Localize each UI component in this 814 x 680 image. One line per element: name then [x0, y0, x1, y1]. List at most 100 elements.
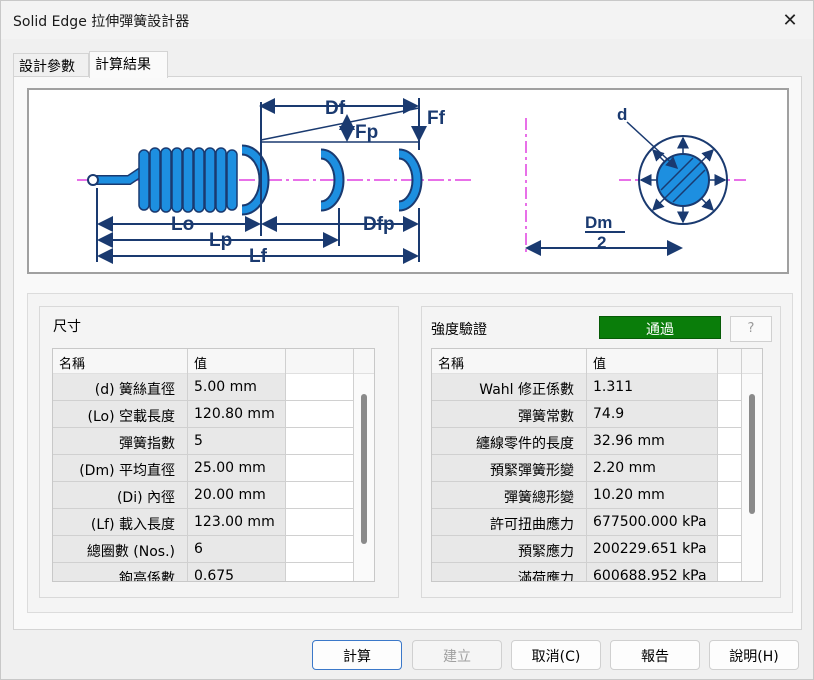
label-d: d: [617, 105, 627, 124]
row-value: 600688.952 kPa: [587, 563, 718, 581]
row-extra-cell: [286, 536, 354, 563]
row-value: 74.9: [587, 401, 718, 428]
strength-grid[interactable]: 名稱 值 Wahl 修正係數 1.311 彈簧常數 74.9 纏線零件的長度 32.96 …: [431, 348, 763, 582]
row-name: (Lo) 空載長度: [53, 401, 188, 428]
row-value: 0.675: [188, 563, 286, 581]
row-extra-cell: [286, 401, 354, 428]
dimensions-grid[interactable]: 名稱 值 (d) 簧絲直徑 5.00 mm (Lo) 空載長度 120.80 mm 彈簧…: [52, 348, 375, 582]
table-row[interactable]: 滿荷應力 600688.952 kPa: [432, 563, 762, 581]
col-header-extra: [286, 349, 354, 374]
table-row[interactable]: (Dm) 平均直徑 25.00 mm: [53, 455, 374, 482]
col-header-value[interactable]: 值: [587, 349, 718, 374]
strength-scrollbar[interactable]: [742, 374, 762, 581]
row-name: (Di) 內徑: [53, 482, 188, 509]
dimensions-scrollbar[interactable]: [354, 374, 374, 581]
title-bar: Solid Edge 拉伸彈簧設計器 ✕: [1, 1, 813, 39]
help-button[interactable]: 說明(H): [709, 640, 799, 670]
row-extra-cell: [718, 509, 742, 536]
strength-grid-header: 名稱 值: [432, 349, 762, 374]
row-extra-cell: [286, 563, 354, 581]
col-header-name[interactable]: 名稱: [53, 349, 188, 374]
dialog-window: Solid Edge 拉伸彈簧設計器 ✕ 設計參數 計算結果 Df Ff Fp …: [0, 0, 814, 680]
row-name: (Lf) 載入長度: [53, 509, 188, 536]
row-value: 5: [188, 428, 286, 455]
strength-help-button[interactable]: ?: [730, 316, 772, 342]
table-row[interactable]: 許可扭曲應力 677500.000 kPa: [432, 509, 762, 536]
table-row[interactable]: 鉤高係數 0.675: [53, 563, 374, 581]
close-button[interactable]: ✕: [767, 1, 813, 39]
tab-results[interactable]: 計算結果: [89, 51, 168, 78]
row-value: 10.20 mm: [587, 482, 718, 509]
dimensions-title: 尺寸: [53, 319, 81, 335]
tab-design-parameters[interactable]: 設計參數: [13, 53, 89, 77]
row-extra-cell: [286, 455, 354, 482]
table-row[interactable]: 總圈數 (Nos.) 6: [53, 536, 374, 563]
spring-diagram: Df Ff Fp Lo Lp Lf Dfp d Dm 2: [27, 88, 789, 274]
row-extra-cell: [286, 509, 354, 536]
row-value: 200229.651 kPa: [587, 536, 718, 563]
row-name: (Dm) 平均直徑: [53, 455, 188, 482]
spring-coils: [138, 147, 238, 213]
row-extra-cell: [286, 428, 354, 455]
row-name: 預緊彈簧形變: [432, 455, 587, 482]
row-name: 滿荷應力: [432, 563, 587, 581]
create-button[interactable]: 建立: [412, 640, 502, 670]
row-value: 120.80 mm: [188, 401, 286, 428]
row-name: 許可扭曲應力: [432, 509, 587, 536]
row-extra-cell: [718, 428, 742, 455]
col-header-name[interactable]: 名稱: [432, 349, 587, 374]
dimensions-scroll-thumb[interactable]: [361, 394, 367, 544]
row-value: 2.20 mm: [587, 455, 718, 482]
report-button[interactable]: 報告: [610, 640, 700, 670]
row-value: 1.311: [587, 374, 718, 401]
strength-status-badge: 通過: [599, 316, 721, 339]
table-row[interactable]: (Di) 內徑 20.00 mm: [53, 482, 374, 509]
row-value: 25.00 mm: [188, 455, 286, 482]
col-header-value[interactable]: 值: [188, 349, 286, 374]
strength-scroll-thumb[interactable]: [749, 394, 755, 514]
window-title: Solid Edge 拉伸彈簧設計器: [13, 14, 190, 30]
dimensions-grid-header: 名稱 值: [53, 349, 374, 374]
row-name: 預緊應力: [432, 536, 587, 563]
table-row[interactable]: (Lo) 空載長度 120.80 mm: [53, 401, 374, 428]
row-name: 彈簧指數: [53, 428, 188, 455]
close-icon: ✕: [782, 9, 798, 31]
label-Fp: Fp: [355, 122, 378, 143]
table-row[interactable]: (Lf) 載入長度 123.00 mm: [53, 509, 374, 536]
row-extra-cell: [286, 482, 354, 509]
row-extra-cell: [286, 374, 354, 401]
row-extra-cell: [718, 401, 742, 428]
row-value: 5.00 mm: [188, 374, 286, 401]
table-row[interactable]: 預緊應力 200229.651 kPa: [432, 536, 762, 563]
row-extra-cell: [718, 563, 742, 581]
table-row[interactable]: (d) 簧絲直徑 5.00 mm: [53, 374, 374, 401]
table-row[interactable]: 彈簧常數 74.9: [432, 401, 762, 428]
row-value: 123.00 mm: [188, 509, 286, 536]
table-row[interactable]: 預緊彈簧形變 2.20 mm: [432, 455, 762, 482]
label-Df: Df: [325, 98, 346, 119]
label-Lp: Lp: [209, 230, 232, 251]
row-name: Wahl 修正係數: [432, 374, 587, 401]
row-value: 6: [188, 536, 286, 563]
row-value: 677500.000 kPa: [587, 509, 718, 536]
row-extra-cell: [718, 482, 742, 509]
label-Dfp: Dfp: [363, 214, 395, 235]
row-extra-cell: [718, 374, 742, 401]
row-name: 鉤高係數: [53, 563, 188, 581]
label-Dm: Dm: [585, 213, 612, 232]
table-row[interactable]: 纏線零件的長度 32.96 mm: [432, 428, 762, 455]
row-name: 彈簧常數: [432, 401, 587, 428]
strength-title: 強度驗證: [431, 322, 487, 338]
row-extra-cell: [718, 455, 742, 482]
row-value: 32.96 mm: [587, 428, 718, 455]
table-row[interactable]: Wahl 修正係數 1.311: [432, 374, 762, 401]
left-hook: [87, 167, 146, 186]
table-row[interactable]: 彈簧指數 5: [53, 428, 374, 455]
col-header-extra: [718, 349, 742, 374]
row-name: 彈簧總形變: [432, 482, 587, 509]
table-row[interactable]: 彈簧總形變 10.20 mm: [432, 482, 762, 509]
label-Ff: Ff: [427, 108, 446, 129]
label-Lf: Lf: [249, 246, 268, 267]
calculate-button[interactable]: 計算: [312, 640, 402, 670]
cancel-button[interactable]: 取消(C): [511, 640, 601, 670]
